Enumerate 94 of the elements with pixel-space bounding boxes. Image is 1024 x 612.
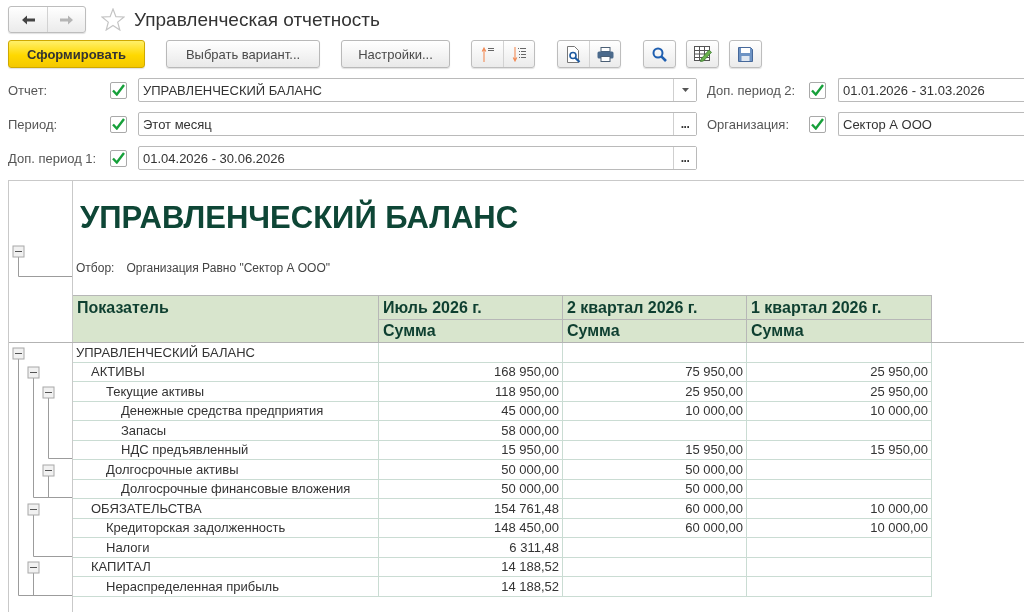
table-cell: 60 000,00 bbox=[563, 499, 747, 519]
right-arrow-icon bbox=[60, 14, 73, 25]
row-label: УПРАВЛЕНЧЕСКИЙ БАЛАНС bbox=[73, 343, 379, 363]
row-label: Текущие активы bbox=[73, 382, 379, 402]
column-header: Сумма bbox=[563, 320, 747, 342]
choice-button[interactable]: ... bbox=[673, 113, 696, 135]
dropdown-arrow-icon bbox=[681, 88, 689, 92]
dropdown-button[interactable] bbox=[673, 79, 696, 101]
table-cell: 45 000,00 bbox=[379, 401, 563, 421]
column-header: Показатель bbox=[73, 295, 379, 342]
table-cell: 50 000,00 bbox=[379, 460, 563, 480]
table-cell: 15 950,00 bbox=[747, 440, 932, 460]
table-cell: 154 761,48 bbox=[379, 499, 563, 519]
row-label: АКТИВЫ bbox=[73, 362, 379, 382]
checkbox[interactable] bbox=[110, 115, 127, 133]
row-label: Запасы bbox=[73, 421, 379, 441]
collapse-icon[interactable] bbox=[12, 347, 25, 360]
checkmark-icon bbox=[112, 152, 125, 164]
filter-text: Организация Равно "Сектор А ООО" bbox=[126, 261, 330, 275]
field-label: Доп. период 2: bbox=[707, 82, 797, 98]
table-cell: 6 311,48 bbox=[379, 538, 563, 558]
table-cell: 50 000,00 bbox=[563, 460, 747, 480]
row-label: Долгосрочные активы bbox=[73, 460, 379, 480]
window-title: Управленческая отчетность bbox=[134, 8, 380, 31]
collapse-icon[interactable] bbox=[27, 561, 40, 574]
field-label: Доп. период 1: bbox=[8, 150, 98, 166]
row-label: Долгосрочные финансовые вложения bbox=[73, 479, 379, 499]
input-field[interactable]: 01.04.2026 - 30.06.2026 ... bbox=[138, 146, 697, 170]
filter-label: Отбор: bbox=[76, 261, 115, 275]
tree-lines bbox=[18, 256, 72, 277]
collapse-icon[interactable] bbox=[27, 366, 40, 379]
checkbox[interactable] bbox=[809, 81, 826, 99]
table-cell: 148 450,00 bbox=[379, 518, 563, 538]
table-cell: 25 950,00 bbox=[747, 382, 932, 402]
input-field[interactable]: 01.01.2026 - 31.03.2026 bbox=[838, 78, 1024, 102]
field-label: Отчет: bbox=[8, 82, 49, 98]
report-title: УПРАВЛЕНЧЕСКИЙ БАЛАНС bbox=[80, 200, 519, 236]
select-field[interactable]: УПРАВЛЕНЧЕСКИЙ БАЛАНС bbox=[138, 78, 697, 102]
collapse-icon[interactable] bbox=[27, 503, 40, 516]
sort-descending-icon bbox=[512, 46, 526, 62]
row-label: Налоги bbox=[73, 538, 379, 558]
table-cell: 10 000,00 bbox=[747, 518, 932, 538]
sort-ascending-icon bbox=[480, 46, 495, 62]
column-header: 2 квартал 2026 г. bbox=[563, 295, 747, 320]
collapse-icon[interactable] bbox=[12, 245, 25, 258]
left-arrow-icon bbox=[21, 14, 35, 25]
field-label: Период: bbox=[8, 116, 59, 132]
checkbox[interactable] bbox=[110, 81, 127, 99]
column-header: Сумма bbox=[379, 320, 563, 342]
table-cell: 118 950,00 bbox=[379, 382, 563, 402]
table-cell: 15 950,00 bbox=[379, 440, 563, 460]
table-cell: 14 188,52 bbox=[379, 557, 563, 577]
collapse-icon[interactable] bbox=[42, 386, 55, 399]
row-label: Нераспределенная прибыль bbox=[73, 577, 379, 597]
table-cell: 10 000,00 bbox=[747, 401, 932, 421]
printer-icon bbox=[596, 46, 614, 62]
table-edit-icon bbox=[693, 46, 712, 62]
input-field[interactable]: Этот месяц ... bbox=[138, 112, 697, 136]
document-search-icon bbox=[566, 45, 581, 63]
column-header: 1 квартал 2026 г. bbox=[747, 295, 932, 320]
table-cell: 25 950,00 bbox=[563, 382, 747, 402]
column-header: Сумма bbox=[747, 320, 932, 342]
table-cell: 10 000,00 bbox=[747, 499, 932, 519]
table-cell: 50 000,00 bbox=[379, 479, 563, 499]
table-cell: 10 000,00 bbox=[563, 401, 747, 421]
star-icon[interactable] bbox=[101, 8, 125, 31]
search-icon bbox=[652, 46, 667, 62]
row-label: ОБЯЗАТЕЛЬСТВА bbox=[73, 499, 379, 519]
table-cell: 60 000,00 bbox=[563, 518, 747, 538]
generate-button[interactable]: Сформировать bbox=[8, 40, 145, 68]
table-cell: 14 188,52 bbox=[379, 577, 563, 597]
table-cell: 50 000,00 bbox=[563, 479, 747, 499]
choice-button[interactable]: ... bbox=[673, 147, 696, 169]
column-header: Июль 2026 г. bbox=[379, 295, 563, 320]
row-label: Денежные средства предприятия bbox=[73, 401, 379, 421]
table-cell: 75 950,00 bbox=[563, 362, 747, 382]
input-field[interactable]: Сектор А ООО bbox=[838, 112, 1024, 136]
checkmark-icon bbox=[112, 118, 125, 130]
table-cell: 25 950,00 bbox=[747, 362, 932, 382]
row-label: КАПИТАЛ bbox=[73, 557, 379, 577]
table-cell: 58 000,00 bbox=[379, 421, 563, 441]
checkmark-icon bbox=[811, 118, 824, 130]
collapse-icon[interactable] bbox=[42, 464, 55, 477]
checkbox[interactable] bbox=[809, 115, 826, 133]
table-cell: 15 950,00 bbox=[563, 440, 747, 460]
field-label: Организация: bbox=[707, 116, 791, 132]
toolbar-button[interactable]: Выбрать вариант... bbox=[166, 40, 320, 68]
row-label: НДС предъявленный bbox=[73, 440, 379, 460]
row-label: Кредиторская задолженность bbox=[73, 518, 379, 538]
checkmark-icon bbox=[811, 84, 824, 96]
checkbox[interactable] bbox=[110, 149, 127, 167]
checkmark-icon bbox=[112, 84, 125, 96]
table-cell: 168 950,00 bbox=[379, 362, 563, 382]
toolbar-button[interactable]: Настройки... bbox=[341, 40, 450, 68]
